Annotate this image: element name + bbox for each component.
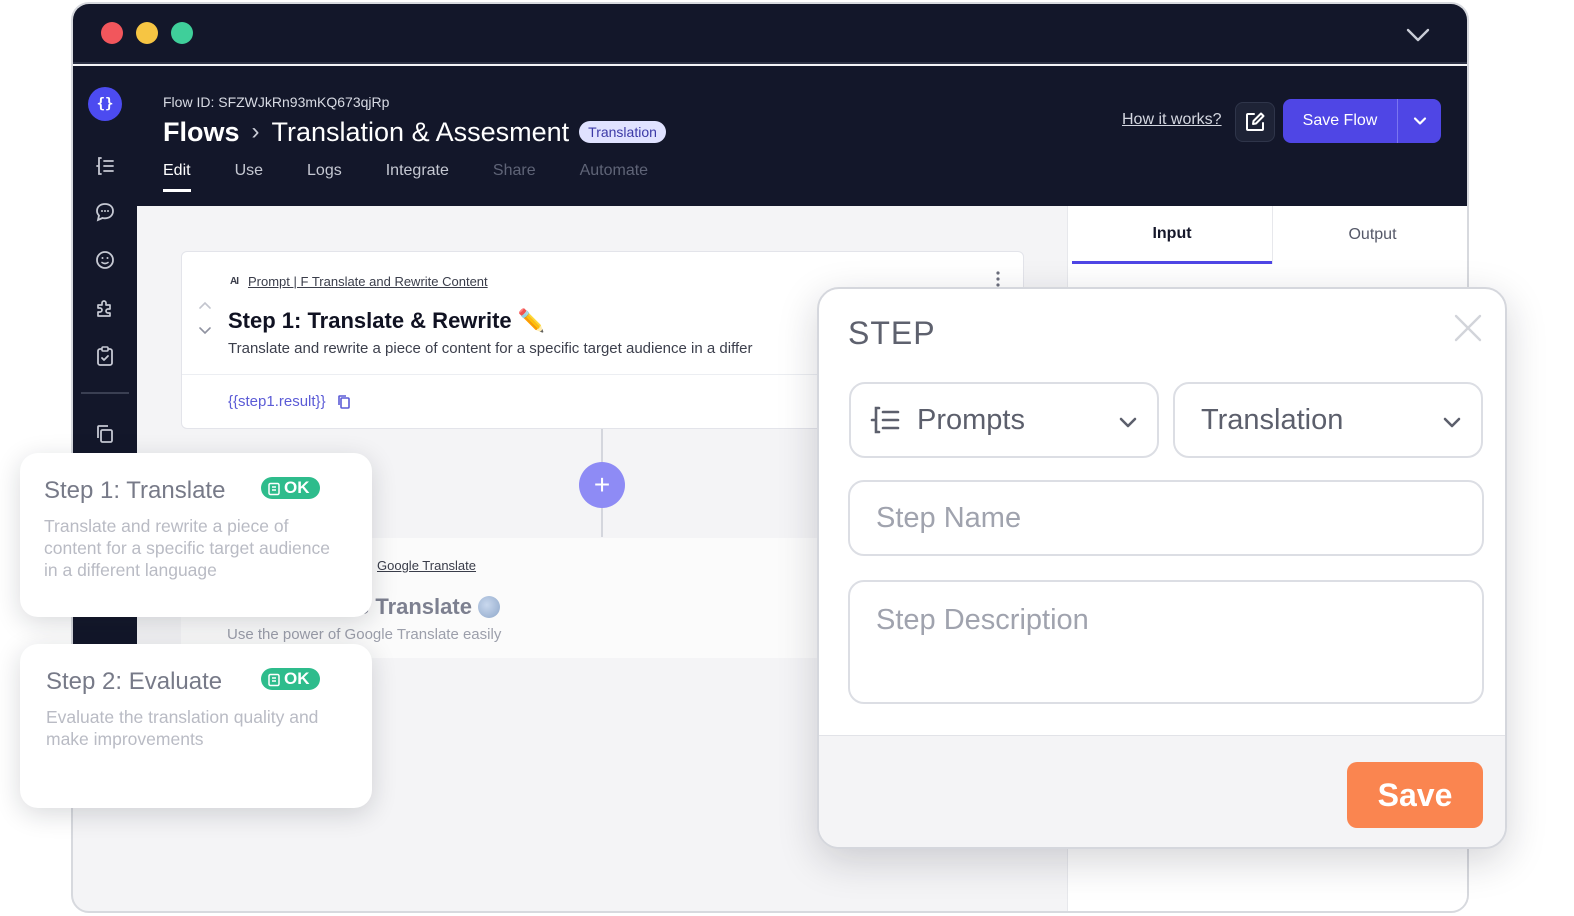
step-result-text: {{step1.result}} [228,393,326,410]
save-button[interactable]: Save [1347,762,1483,828]
step-title-text: e Translate [357,594,472,619]
clipboard-icon [268,673,280,686]
step-source-link[interactable]: Google Translate [377,558,476,573]
how-it-works-link[interactable]: How it works? [1122,111,1222,129]
prompts-icon[interactable] [93,154,117,178]
face-icon[interactable] [93,248,117,272]
step-summary-title: Step 1: Translate [44,477,226,504]
step-summary-description: Translate and rewrite a piece of content… [44,516,331,580]
modal-footer: Save [819,735,1505,847]
clipboard-icon [268,482,280,495]
status-text: OK [284,478,310,497]
flow-id: Flow ID: SFZWJkRn93mKQ673qjRp [163,94,390,110]
breadcrumb-separator: › [251,118,260,145]
breadcrumb-flows-link[interactable]: Flows [163,117,240,148]
chevron-down-icon[interactable] [1405,22,1431,48]
edit-icon [1246,112,1265,131]
puzzle-icon[interactable] [93,296,117,320]
clipboard-icon[interactable] [93,344,117,368]
copy-icon[interactable] [336,394,352,410]
save-flow-button[interactable]: Save Flow [1283,99,1441,143]
category-select[interactable]: Translation [1173,382,1483,458]
maximize-window-button[interactable] [171,22,193,44]
tab-automate[interactable]: Automate [580,162,648,192]
tab-logs[interactable]: Logs [307,162,342,192]
add-step-button[interactable]: + [579,462,625,508]
step-type-value: Prompts [917,403,1025,436]
globe-icon [477,596,500,618]
step-description: Use the power of Google Translate easily [227,626,502,643]
step-result-variable: {{step1.result}} [228,393,352,410]
step-title: Step 1: Translate & Rewrite ✏️ [228,308,546,333]
step-summary-title: Step 2: Evaluate [46,668,223,695]
category-value: Translation [1201,403,1344,436]
status-badge: OK [261,668,320,690]
reorder-icon[interactable] [198,300,212,336]
page-title: Translation & Assesment [271,116,570,147]
step-source: AI Prompt | F Translate and Rewrite Cont… [230,274,488,289]
tab-use[interactable]: Use [235,162,263,192]
tab-share[interactable]: Share [493,162,536,192]
logo-icon[interactable]: {} [88,87,122,121]
breadcrumb: Flows › Translation & Assesment Translat… [163,112,666,152]
title-bar [73,4,1467,64]
rail-divider [81,392,129,394]
step-summary-card[interactable]: Step 2: Evaluate OK Evaluate the transla… [20,644,372,808]
step-title: e Translate [357,594,500,620]
copy-doc-icon[interactable] [93,422,117,446]
save-flow-label[interactable]: Save Flow [1283,99,1398,143]
flow-tabs: Edit Use Logs Integrate Share Automate [163,162,692,192]
prompts-icon [870,406,900,434]
step-summary-description: Evaluate the translation quality and mak… [46,707,319,749]
step-name-input[interactable]: Step Name [848,480,1484,556]
status-text: OK [284,669,310,688]
tab-input[interactable]: Input [1072,206,1272,264]
ai-provider-icon: AI [230,276,239,287]
chat-icon[interactable] [93,200,117,224]
save-options-button[interactable] [1398,99,1441,143]
chevron-down-icon [1413,117,1426,125]
more-options-icon[interactable] [993,270,1003,288]
category-badge: Translation [579,121,666,143]
edit-flow-button[interactable] [1235,102,1275,142]
tab-edit[interactable]: Edit [163,162,191,192]
step-modal: STEP Prompts Translation Step Name Step … [817,287,1507,849]
step-type-select[interactable]: Prompts [849,382,1159,458]
close-window-button[interactable] [101,22,123,44]
step-description: Translate and rewrite a piece of content… [228,340,753,357]
modal-title: STEP [848,315,936,351]
chevron-down-icon [1119,417,1137,428]
status-badge: OK [261,477,320,499]
step-source-link[interactable]: Prompt | F Translate and Rewrite Content [248,274,488,289]
tab-integrate[interactable]: Integrate [386,162,449,192]
chevron-down-icon [1443,417,1461,428]
minimize-window-button[interactable] [136,22,158,44]
step-description-input[interactable]: Step Description [848,580,1484,704]
step-summary-card[interactable]: Step 1: Translate OK Translate and rewri… [20,453,372,617]
flow-header: Flow ID: SFZWJkRn93mKQ673qjRp Flows › Tr… [137,66,1467,206]
close-icon[interactable] [1453,313,1483,343]
tab-output[interactable]: Output [1272,206,1467,264]
